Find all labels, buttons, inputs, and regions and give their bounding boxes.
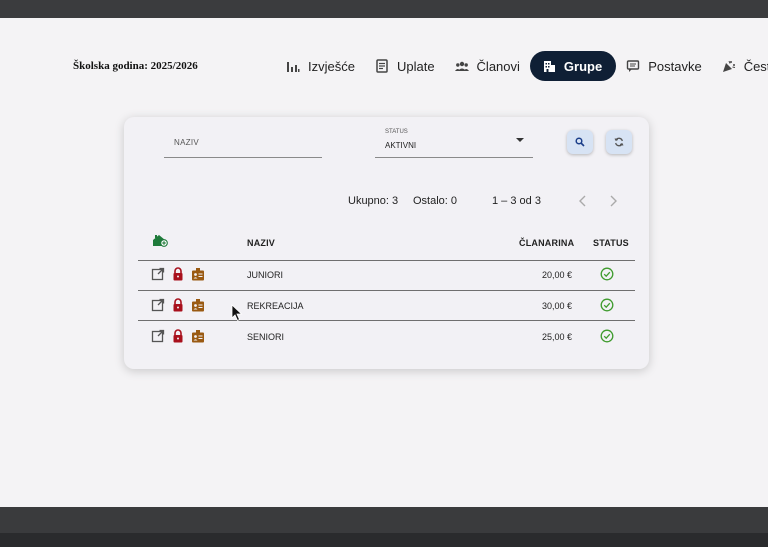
open-in-new-icon	[151, 267, 165, 281]
lock-button[interactable]	[171, 329, 185, 343]
members-button[interactable]	[191, 267, 205, 281]
taskbar	[0, 507, 768, 547]
group-name: JUNIORI	[247, 270, 283, 280]
naziv-placeholder: NAZIV	[174, 138, 200, 147]
main-nav: Izvješće Uplate Članovi Grupe Postavke Č…	[276, 51, 768, 81]
browser-top-bar	[0, 0, 768, 18]
status-select-label: STATUS	[385, 129, 408, 135]
check-circle-icon	[600, 298, 614, 312]
page-range: 1 – 3 od 3	[492, 195, 541, 207]
receipt-icon	[376, 59, 388, 73]
group-fee: 20,00 €	[541, 270, 572, 280]
group-name: REKREACIJA	[247, 301, 304, 311]
nav-label: Postavke	[648, 58, 702, 74]
nav-item-postavke[interactable]: Postavke	[616, 51, 711, 81]
lock-icon	[173, 267, 183, 281]
id-badge-icon	[192, 299, 204, 312]
id-badge-icon	[192, 330, 204, 343]
nav-item-uplate[interactable]: Uplate	[365, 51, 445, 81]
status-active-icon	[600, 267, 614, 281]
table-row: JUNIORI 20,00 €	[138, 260, 635, 290]
taskbar-strip	[0, 533, 768, 547]
nav-item-izvjesce[interactable]: Izvješće	[276, 51, 365, 81]
nav-item-grupe[interactable]: Grupe	[529, 51, 617, 81]
refresh-button[interactable]	[606, 130, 632, 154]
input-underline	[375, 157, 533, 158]
status-select[interactable]: STATUS AKTIVNI	[375, 129, 533, 158]
nav-item-cestitke[interactable]: Čestit	[712, 51, 768, 81]
chevron-down-icon	[516, 138, 524, 142]
chevron-left-icon	[579, 195, 586, 207]
lock-button[interactable]	[171, 298, 185, 312]
open-in-new-icon	[151, 329, 165, 343]
search-button[interactable]	[567, 130, 593, 154]
nav-item-clanovi[interactable]: Članovi	[445, 51, 530, 81]
column-header-clanarina[interactable]: ČLANARINA	[519, 238, 574, 248]
naziv-filter-input[interactable]: NAZIV	[164, 135, 322, 158]
group-name: SENIORI	[247, 332, 285, 342]
lock-button[interactable]	[171, 267, 185, 281]
table-divider	[138, 320, 635, 321]
edit-button[interactable]	[151, 267, 165, 281]
add-group-button[interactable]	[152, 233, 168, 247]
search-icon	[575, 137, 585, 147]
table-row: SENIORI 25,00 €	[138, 322, 635, 352]
table-row: REKREACIJA 30,00 €	[138, 291, 635, 321]
refresh-icon	[614, 137, 624, 147]
nav-label: Čestit	[743, 58, 768, 74]
nav-label: Izvješće	[308, 58, 355, 74]
edit-button[interactable]	[151, 329, 165, 343]
status-select-value: AKTIVNI	[385, 141, 417, 150]
mouse-cursor-icon	[231, 304, 243, 322]
school-year-label: Školska godina: 2025/2026	[73, 60, 198, 72]
column-header-status[interactable]: STATUS	[593, 238, 629, 248]
check-circle-icon	[600, 267, 614, 281]
bar-chart-icon	[287, 62, 300, 72]
party-popper-icon	[722, 60, 735, 72]
group-fee: 30,00 €	[541, 301, 572, 311]
nav-label: Grupe	[563, 58, 603, 74]
next-page-button[interactable]	[606, 194, 620, 208]
members-button[interactable]	[191, 298, 205, 312]
lock-icon	[173, 298, 183, 312]
open-in-new-icon	[151, 298, 165, 312]
edit-button[interactable]	[151, 298, 165, 312]
remaining-count: Ostalo: 0	[413, 195, 458, 207]
id-badge-icon	[192, 268, 204, 281]
status-active-icon	[600, 298, 614, 312]
message-icon	[627, 60, 640, 72]
building-icon	[543, 61, 555, 72]
check-circle-icon	[600, 329, 614, 343]
status-active-icon	[600, 329, 614, 343]
total-count: Ukupno: 3	[348, 195, 399, 207]
chevron-right-icon	[610, 195, 617, 207]
input-underline	[164, 157, 322, 158]
column-header-naziv[interactable]: NAZIV	[247, 238, 275, 248]
add-group-icon	[153, 235, 168, 247]
people-icon	[454, 61, 469, 71]
previous-page-button[interactable]	[576, 194, 590, 208]
nav-label: Članovi	[476, 58, 520, 74]
lock-icon	[173, 329, 183, 343]
members-button[interactable]	[191, 329, 205, 343]
group-fee: 25,00 €	[541, 332, 572, 342]
nav-label: Uplate	[396, 58, 435, 74]
groups-card: NAZIV STATUS AKTIVNI Ukupno: 3 Ostalo: 0…	[124, 117, 649, 369]
